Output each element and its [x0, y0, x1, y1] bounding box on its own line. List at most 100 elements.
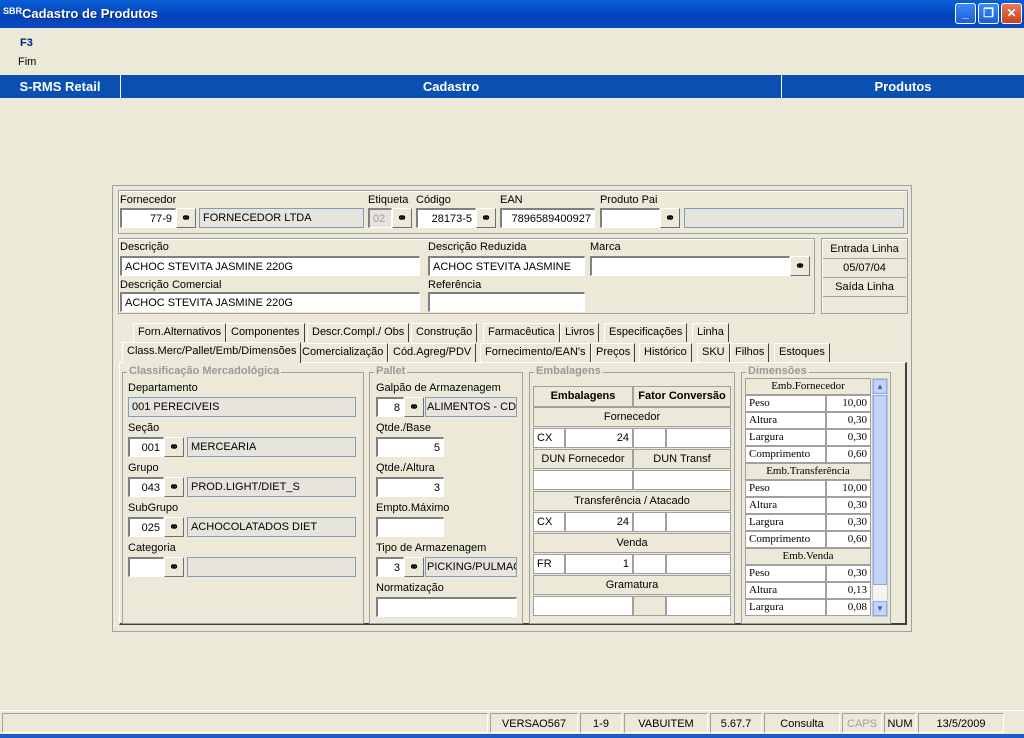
- gramatura-cell3[interactable]: [666, 596, 731, 616]
- scroll-thumb[interactable]: [873, 395, 887, 585]
- subgrupo-code-input[interactable]: 025: [128, 517, 164, 537]
- dim-label: Altura: [745, 412, 826, 429]
- fornecedor-code-input[interactable]: 77-9: [120, 208, 176, 228]
- venda-unit-cell[interactable]: FR: [533, 554, 565, 574]
- dim-value[interactable]: 0,60: [826, 446, 871, 463]
- venda-fator-cell[interactable]: [633, 554, 666, 574]
- minimize-button[interactable]: _: [955, 3, 976, 24]
- tab-forn-alternativos[interactable]: Forn.Alternativos: [133, 323, 227, 342]
- binoculars-icon[interactable]: ⚭: [404, 397, 424, 417]
- binoculars-icon[interactable]: ⚭: [176, 208, 196, 228]
- tab-descr-compl[interactable]: Descr.Compl./ Obs: [307, 323, 410, 342]
- close-button[interactable]: ✕: [1001, 3, 1022, 24]
- tab-especificacoes[interactable]: Especificações: [604, 323, 688, 342]
- forn-fator2-cell[interactable]: [666, 428, 731, 448]
- venda-fator2-cell[interactable]: [666, 554, 731, 574]
- dim-value[interactable]: 0,60: [826, 531, 871, 548]
- tab-sku[interactable]: SKU: [697, 343, 730, 362]
- subgrupo-name-field: ACHOCOLATADOS DIET: [187, 517, 356, 537]
- descricao-input[interactable]: ACHOC STEVITA JASMINE 220G: [120, 256, 420, 276]
- scroll-up-icon[interactable]: ▲: [873, 379, 887, 394]
- maximize-button[interactable]: ❐: [978, 3, 999, 24]
- status-user: VABUITEM: [624, 713, 708, 733]
- dim-value[interactable]: 0,08: [826, 599, 871, 616]
- qtde-base-input[interactable]: 5: [376, 437, 444, 457]
- binoculars-icon[interactable]: ⚭: [476, 208, 496, 228]
- tab-farmaceutica[interactable]: Farmacêutica: [483, 323, 560, 342]
- transf-unit-cell[interactable]: CX: [533, 512, 565, 532]
- binoculars-icon[interactable]: ⚭: [164, 477, 184, 497]
- dim-value[interactable]: 0,13: [826, 582, 871, 599]
- dun-fornecedor-cell[interactable]: [533, 470, 633, 490]
- gramatura-cell[interactable]: [533, 596, 633, 616]
- forn-fator-cell[interactable]: [633, 428, 666, 448]
- tab-precos[interactable]: Preços: [591, 343, 636, 362]
- empto-input[interactable]: [376, 517, 444, 537]
- status-date: 13/5/2009: [918, 713, 1004, 733]
- gramatura-row-label: Gramatura: [533, 575, 731, 595]
- transf-row-label: Transferência / Atacado: [533, 491, 731, 511]
- tipo-label: Tipo de Armazenagem: [376, 542, 487, 554]
- binoculars-icon[interactable]: ⚭: [392, 208, 412, 228]
- transf-fator-cell[interactable]: [633, 512, 666, 532]
- codigo-label: Código: [416, 194, 451, 206]
- qtde-altura-input[interactable]: 3: [376, 477, 444, 497]
- dim-label: Altura: [745, 582, 826, 599]
- transf-fator2-cell[interactable]: [666, 512, 731, 532]
- tab-construcao[interactable]: Construção: [411, 323, 478, 342]
- fornecedor-name-field: FORNECEDOR LTDA: [199, 208, 364, 228]
- dim-value[interactable]: 0,30: [826, 514, 871, 531]
- fim-label[interactable]: Fim: [18, 56, 36, 68]
- dim-value[interactable]: 0,30: [826, 565, 871, 582]
- departamento-label: Departamento: [128, 382, 198, 394]
- tab-historico[interactable]: Histórico: [639, 343, 692, 362]
- marca-label: Marca: [590, 241, 621, 253]
- dim-value[interactable]: 10,00: [826, 395, 871, 412]
- dim-value[interactable]: 10,00: [826, 480, 871, 497]
- tab-cod-agreg[interactable]: Cód.Agreg/PDV: [388, 343, 477, 362]
- scroll-down-icon[interactable]: ▼: [873, 601, 887, 616]
- tab-comercializacao[interactable]: Comercialização: [297, 343, 389, 362]
- forn-unit-cell[interactable]: CX: [533, 428, 565, 448]
- binoculars-icon[interactable]: ⚭: [164, 557, 184, 577]
- descricao-reduzida-input[interactable]: ACHOC STEVITA JASMINE: [428, 256, 585, 276]
- tab-componentes[interactable]: Componentes: [226, 323, 305, 342]
- categoria-code-input[interactable]: [128, 557, 164, 577]
- tab-livros[interactable]: Livros: [560, 323, 600, 342]
- dim-value[interactable]: 0,30: [826, 429, 871, 446]
- galpao-code-input[interactable]: 8: [376, 397, 404, 417]
- normalizacao-label: Normatização: [376, 582, 444, 594]
- transf-qty-cell[interactable]: 24: [565, 512, 633, 532]
- tab-linha[interactable]: Linha: [692, 323, 729, 342]
- venda-qty-cell[interactable]: 1: [565, 554, 633, 574]
- secao-code-input[interactable]: 001: [128, 437, 164, 457]
- grupo-code-input[interactable]: 043: [128, 477, 164, 497]
- dim-value[interactable]: 0,30: [826, 412, 871, 429]
- codigo-input[interactable]: 28173-5: [416, 208, 476, 228]
- descricao-comercial-input[interactable]: ACHOC STEVITA JASMINE 220G: [120, 292, 420, 312]
- tipo-code-input[interactable]: 3: [376, 557, 404, 577]
- normalizacao-input[interactable]: [376, 597, 517, 617]
- produto-pai-input[interactable]: [600, 208, 660, 228]
- tab-fornecimento[interactable]: Fornecimento/EAN's: [480, 343, 591, 362]
- referencia-input[interactable]: [428, 292, 585, 312]
- ean-input[interactable]: 7896589400927: [500, 208, 595, 228]
- tab-filhos[interactable]: Filhos: [730, 343, 770, 362]
- binoculars-icon[interactable]: ⚭: [790, 256, 810, 276]
- f3-key[interactable]: F3: [20, 37, 33, 49]
- binoculars-icon[interactable]: ⚭: [660, 208, 680, 228]
- forn-qty-cell[interactable]: 24: [565, 428, 633, 448]
- venda-row-label: Venda: [533, 533, 731, 553]
- app-icon: SBR: [3, 6, 23, 16]
- binoculars-icon[interactable]: ⚭: [164, 517, 184, 537]
- tab-class-merc[interactable]: Class.Merc/Pallet/Emb/Dimensões: [122, 342, 302, 363]
- embalagens-title: Embalagens: [534, 365, 603, 377]
- tab-estoques[interactable]: Estoques: [774, 343, 830, 362]
- saida-linha-value: [823, 297, 906, 312]
- marca-input[interactable]: [590, 256, 790, 276]
- binoculars-icon[interactable]: ⚭: [164, 437, 184, 457]
- emb-transferencia-header: Emb.Transferência: [745, 463, 871, 480]
- dun-transf-cell[interactable]: [633, 470, 731, 490]
- binoculars-icon[interactable]: ⚭: [404, 557, 424, 577]
- dim-value[interactable]: 0,30: [826, 497, 871, 514]
